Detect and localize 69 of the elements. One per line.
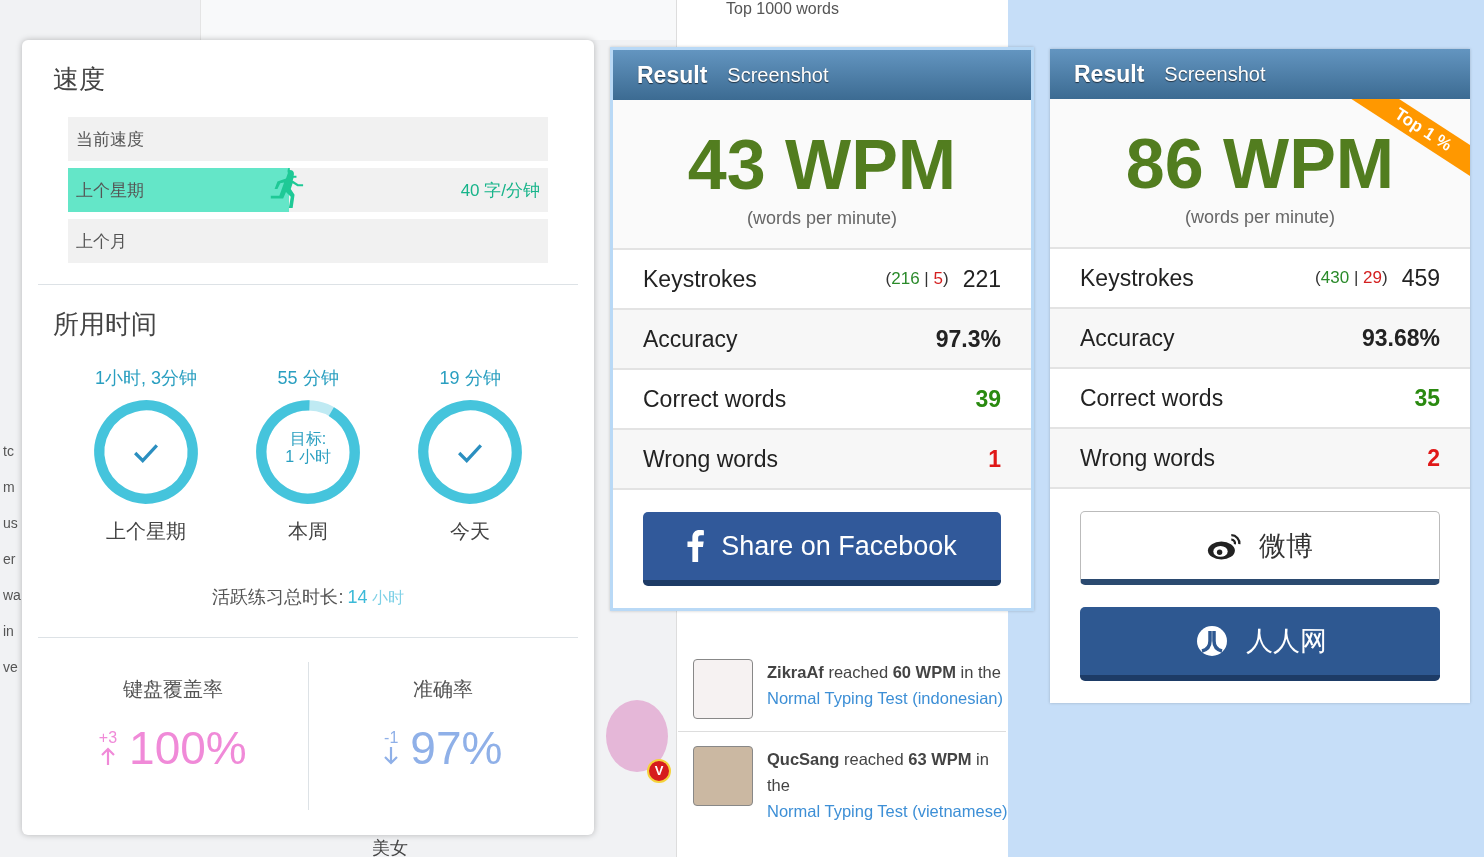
facebook-logo-icon [687, 530, 706, 562]
stat-value: 459 [1401, 264, 1440, 292]
goal-value: 1 小时 [285, 448, 331, 466]
menu-item[interactable]: ve [3, 656, 21, 678]
photo-placeholder [693, 746, 753, 806]
metric-title: 键盘覆盖率 [122, 677, 223, 702]
test-link[interactable]: Normal Typing Test (indonesian) [767, 685, 1003, 711]
metric-value: 97% [410, 721, 503, 775]
speed-label: 当前速度 [76, 128, 144, 151]
duration-text: 19 分钟 [439, 367, 501, 390]
total-value: 14 [347, 587, 368, 608]
wpm-value: 86 WPM [1125, 125, 1395, 203]
result-title: Result [637, 61, 708, 89]
stat-label: Accuracy [1080, 324, 1175, 352]
stat-label: Keystrokes [1080, 264, 1194, 292]
period-label: 本周 [288, 519, 328, 544]
duration-text: 1小时, 3分钟 [95, 367, 197, 390]
speed-label: 上个星期 [76, 179, 144, 202]
period-label: 上个星期 [106, 519, 186, 544]
stat-value: 93.68% [1362, 324, 1440, 352]
period-label: 今天 [450, 519, 490, 544]
keystroke-split: (430 | 29) [1315, 268, 1388, 288]
test-link[interactable]: Normal Typing Test (vietnamese) [767, 798, 1008, 824]
delta-text: -1 [384, 730, 399, 746]
stat-value: 1 [988, 445, 1001, 473]
stat-value: 221 [962, 265, 1001, 293]
verified-badge: V [647, 759, 671, 783]
menu-item[interactable]: er [3, 548, 21, 570]
screenshot-tab[interactable]: Screenshot [1164, 62, 1266, 86]
menu-item[interactable]: m [3, 476, 21, 498]
activity-text: QucSang reached 63 WPM in the [767, 749, 990, 796]
activity-text: ZikraAf reached 60 WPM in the [767, 662, 1002, 683]
stat-label: Correct words [1080, 384, 1224, 412]
stat-label: Wrong words [1080, 444, 1216, 472]
menu-item[interactable]: us [3, 512, 21, 534]
stat-value: 2 [1427, 444, 1440, 472]
stat-label: Keystrokes [643, 265, 757, 293]
metric-title: 准确率 [413, 677, 474, 702]
section-title: 速度 [52, 63, 106, 96]
stat-value: 35 [1414, 384, 1440, 412]
stat-value: 97.3% [935, 325, 1001, 353]
section-title: 所用时间 [52, 308, 158, 341]
total-label: 活跃练习总时长: [212, 586, 344, 609]
screenshot-tab[interactable]: Screenshot [727, 63, 829, 87]
duration-text: 55 分钟 [277, 367, 339, 390]
speed-label: 上个月 [76, 230, 127, 253]
share-button[interactable]: 人人网 [1080, 607, 1440, 681]
menu-item[interactable]: in [3, 620, 21, 642]
result-title: Result [1074, 60, 1145, 88]
stat-label: Correct words [643, 385, 787, 413]
page-heading: Top 1000 words [726, 0, 839, 18]
keystroke-split: (216 | 5) [885, 269, 949, 289]
stat-label: Accuracy [643, 325, 738, 353]
stat-value: 39 [975, 385, 1001, 413]
share-button[interactable]: 微博 [1080, 511, 1440, 585]
caption-text: 美女 [372, 837, 408, 857]
metric-value: 100% [129, 721, 247, 775]
wpm-value: 43 WPM [687, 126, 957, 204]
delta-text: +3 [98, 730, 118, 746]
speed-reading: 40 字/分钟 [460, 179, 540, 202]
total-unit: 小时 [371, 588, 404, 608]
menu-item[interactable]: tc [3, 440, 21, 462]
share-button[interactable]: Share on Facebook [643, 512, 1001, 586]
photo-placeholder [693, 659, 753, 719]
menu-item[interactable]: wa [3, 584, 21, 606]
wpm-caption: (words per minute) [746, 208, 897, 229]
stat-label: Wrong words [643, 445, 779, 473]
goal-label: 目标: [289, 430, 327, 448]
wpm-caption: (words per minute) [1184, 207, 1335, 228]
